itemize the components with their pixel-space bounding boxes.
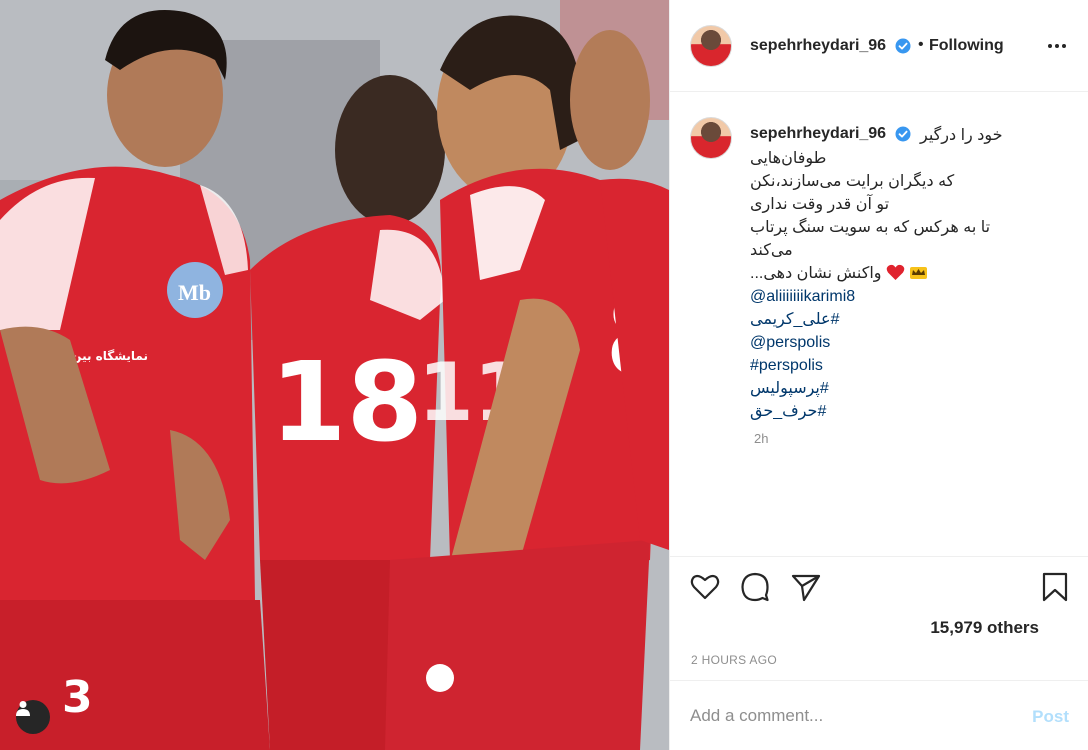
caption-line: تو آن قدر وقت نداری: [750, 196, 890, 213]
mention-link[interactable]: @perspolis: [750, 331, 1080, 354]
caption-line: می‌کند: [750, 242, 793, 259]
username-link[interactable]: sepehrheydari_96: [750, 37, 886, 55]
caption-line: طوفان‌هایی: [750, 150, 827, 167]
action-bar: 15,979 others 2 HOURS AGO: [670, 556, 1088, 680]
comment-input[interactable]: [690, 703, 990, 729]
caption-section: sepehrheydari_96 خود را درگیر طوفان‌هایی…: [670, 92, 1088, 556]
avatar[interactable]: [690, 25, 732, 67]
hashtag-link[interactable]: #perspolis: [750, 354, 1080, 377]
more-options-icon[interactable]: [1048, 36, 1070, 56]
following-button[interactable]: Following: [929, 37, 1004, 55]
caption-line: تا به هرکس که به سویت سنگ پرتاب: [750, 219, 991, 236]
avatar[interactable]: [690, 117, 732, 159]
hashtag-link[interactable]: #علی_کریمی: [750, 308, 839, 331]
tag-button[interactable]: [16, 700, 50, 734]
caption-line: واکنش نشان دهی...: [750, 265, 882, 282]
football-players-image: Mb نمایشگاه بین المللی 3 18 8 11: [0, 0, 669, 750]
post-comment-button[interactable]: Post: [1032, 707, 1069, 727]
paper-plane-icon[interactable]: [790, 571, 822, 603]
verified-badge-icon: [895, 126, 911, 142]
comment-bubble-icon[interactable]: [739, 571, 771, 603]
post-details-panel: sepehrheydari_96 • Following sepehrheyda…: [669, 0, 1088, 750]
sponsor-logo: Mb: [178, 280, 211, 305]
heart-outline-icon[interactable]: [689, 571, 721, 603]
jersey-number-18: 18: [270, 338, 423, 466]
caption-line: خود را درگیر: [920, 127, 1003, 144]
post-header: sepehrheydari_96 • Following: [670, 0, 1088, 92]
bookmark-icon[interactable]: [1039, 571, 1071, 603]
caption-username-link[interactable]: sepehrheydari_96: [750, 125, 886, 143]
heart-emoji-icon: [886, 264, 905, 280]
post-photo[interactable]: Mb نمایشگاه بین المللی 3 18 8 11: [0, 0, 669, 750]
likes-count[interactable]: 15,979 others: [930, 618, 1039, 638]
caption-line: که دیگران برایت می‌سازند،نکن: [750, 173, 955, 190]
jersey-number-3: 3: [62, 672, 93, 723]
crown-emoji-icon: [910, 267, 928, 279]
hashtag-link[interactable]: #حرف_حق: [750, 400, 826, 423]
separator-dot: •: [918, 36, 924, 53]
hashtag-link[interactable]: #پرسپولیس: [750, 377, 829, 400]
verified-badge-icon: [895, 38, 911, 54]
post-timestamp: 2 HOURS AGO: [691, 653, 777, 667]
comment-composer: Post: [670, 680, 1088, 750]
mention-link[interactable]: @aliiiiiiikarimi8: [750, 285, 1080, 308]
relative-timestamp[interactable]: 2h: [754, 431, 768, 446]
user-tag-icon: [16, 701, 30, 716]
